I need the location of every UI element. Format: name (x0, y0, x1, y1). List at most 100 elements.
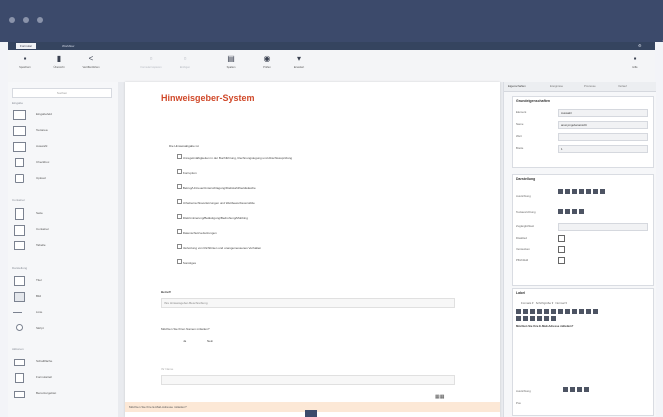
anon-question: Möchten Sie Ihren Namen mitteilen? (161, 327, 210, 331)
palette-item-page[interactable]: Seite (12, 207, 112, 221)
option-yes[interactable]: Ja (183, 339, 186, 343)
option-no[interactable]: Nein (207, 339, 213, 343)
checkbox-icon[interactable] (177, 229, 182, 234)
toolbar: ▪ Speichern ▮ Übersicht < Veröffentliche… (8, 50, 655, 83)
checkbox-icon[interactable] (177, 244, 182, 249)
checkbox-icon[interactable] (177, 259, 182, 264)
window-dot-maximize[interactable] (37, 17, 43, 23)
tab-history[interactable]: Verlauf (618, 84, 627, 88)
editor-toolbar[interactable] (516, 309, 600, 315)
prop-align: Ausrichtung (516, 189, 650, 205)
copy-button[interactable]: ▫ Formular kopieren (138, 53, 164, 79)
label-align-icons[interactable] (563, 387, 591, 393)
option-item[interactable]: Datenschutzverletzungen (177, 229, 477, 244)
label-pos: Pos (516, 401, 521, 405)
palette-item-formpart[interactable]: Formularteil (12, 371, 112, 385)
checkbox-icon[interactable] (177, 199, 182, 204)
label-box: Label Formats ▾ Schriftgröße ▾ Normal ▾ … (512, 288, 654, 416)
textarea-icon (13, 126, 26, 136)
checkbox-icon[interactable] (177, 214, 182, 219)
section-title: Eingabe (12, 101, 24, 105)
form-document[interactable]: Hinweisgeber-System Die Hinweisabgabe is… (125, 82, 500, 417)
advanced-button[interactable]: ▾ Erweitert (286, 53, 312, 79)
format-select[interactable]: Formats ▾ Schriftgröße ▾ Normal ▾ (521, 301, 567, 305)
box-title: Grundeigenschaften (516, 99, 551, 103)
appearance-box: Darstellung Ausrichtung Textausrichtung … (512, 174, 654, 286)
page-title: Hinweisgeber-System (161, 93, 255, 103)
palette-item-line[interactable]: Linie (12, 306, 112, 320)
align-icons[interactable] (558, 189, 607, 195)
publish-button[interactable]: < Veröffentlichen (78, 53, 104, 79)
prop-width: Breite 1 (516, 145, 650, 153)
palette-item-script[interactable]: Skript (12, 322, 112, 336)
palette-item-textarea[interactable]: Textarea (12, 124, 112, 138)
option-item[interactable]: Korruption (177, 169, 477, 184)
formpart-icon (15, 373, 24, 383)
save-button[interactable]: ▪ Speichern (12, 53, 38, 79)
name-field[interactable] (161, 375, 455, 385)
palette-item-select[interactable]: Auswahl (12, 140, 112, 154)
subject-field[interactable]: Ihre Hinweisgeber-Beschreibung (161, 298, 455, 308)
checkbox-icon[interactable] (177, 184, 182, 189)
tab-formular[interactable]: Formular (16, 43, 37, 49)
label-text[interactable]: Möchten Sie Ihre E-Mail-Adresse mitteile… (516, 324, 573, 328)
tab-processes[interactable]: Prozesse (584, 84, 596, 88)
checkbox-icon[interactable] (177, 154, 182, 159)
subject-label: Betreff (161, 290, 171, 294)
check-button[interactable]: ◉ Prüfen (254, 53, 280, 79)
tab-properties[interactable]: Eigenschaften (508, 84, 526, 88)
window-dot-close[interactable] (9, 17, 15, 23)
option-item[interactable]: Sonstiges (177, 259, 477, 274)
question-label: Die Hinweisabgabe ist (169, 144, 199, 148)
target-icon: ◉ (263, 54, 271, 63)
save-icon: ▪ (23, 54, 27, 63)
palette-item-button[interactable]: Schaltfläche (12, 355, 112, 369)
container-icon (14, 225, 25, 236)
page-icon (15, 208, 24, 220)
option-item[interactable]: Urheberrechtsverletzungen und Wettbewerb… (177, 199, 477, 214)
drag-handle[interactable] (305, 410, 317, 417)
properties-tabs: Eigenschaften Ereignisse Prozesse Verlau… (504, 82, 656, 92)
palette-item-checkbox[interactable]: Checkbox (12, 156, 112, 170)
title-icon (14, 276, 25, 286)
option-item[interactable]: Diskriminierung/Belästigung/Bedrohung/Mo… (177, 214, 477, 229)
columns-button[interactable]: ▤ Spalten (218, 53, 244, 79)
paste-button[interactable]: ▫ Einfügen (172, 53, 198, 79)
element-palette: Suchen Eingabe Eingabefeld Textarea Ausw… (8, 82, 119, 417)
select-icon (13, 142, 26, 152)
prop-text-align: Textausrichtung (516, 209, 650, 219)
required-checkbox[interactable] (558, 257, 565, 264)
option-item[interactable]: Unregelmäßigkeiten in der Buchführung, R… (177, 154, 477, 169)
palette-item-upload[interactable]: Upload (12, 172, 112, 186)
grid-icon[interactable]: ▦▦ (435, 394, 444, 400)
palette-search-input[interactable]: Suchen (12, 88, 112, 98)
editor-toolbar-2[interactable] (516, 316, 558, 322)
box-title: Label (516, 291, 526, 295)
settings-icon[interactable]: ⚙ (638, 43, 642, 48)
palette-item-table[interactable]: Tabelle (12, 239, 112, 253)
document-icon: ▮ (56, 54, 62, 63)
overview-button[interactable]: ▮ Übersicht (46, 53, 72, 79)
option-item[interactable]: Betrug/Untreue/Unterschlagung/Diebstahl/… (177, 184, 477, 199)
help-button[interactable]: ▪ Hilfe (622, 53, 648, 79)
checkbox-icon[interactable] (177, 169, 182, 174)
section-title: Container (12, 198, 26, 202)
palette-item-userarea[interactable]: Benutzergebiet (12, 387, 112, 401)
prop-value: Wert (516, 133, 650, 141)
window-dot-minimize[interactable] (23, 17, 29, 23)
name-label: Ihr Name (161, 367, 174, 371)
hidden-checkbox[interactable] (558, 246, 565, 253)
copy-icon: ▫ (149, 54, 153, 63)
share-icon: < (88, 54, 94, 63)
palette-item-container[interactable]: Container (12, 223, 112, 237)
text-align-icons[interactable] (558, 209, 586, 215)
palette-item-image[interactable]: Bild (12, 290, 112, 304)
tab-workflow[interactable]: Workflow (58, 43, 78, 49)
palette-item-input[interactable]: Eingabefeld (12, 108, 112, 122)
option-item[interactable]: Verletzung von Richtlinien und unangemes… (177, 244, 477, 259)
prop-disabled: Disabled (516, 235, 650, 242)
tab-events[interactable]: Ereignisse (550, 84, 563, 88)
disabled-checkbox[interactable] (558, 235, 565, 242)
palette-item-title[interactable]: Titel (12, 274, 112, 288)
label-align: Ausrichtung (516, 389, 531, 393)
